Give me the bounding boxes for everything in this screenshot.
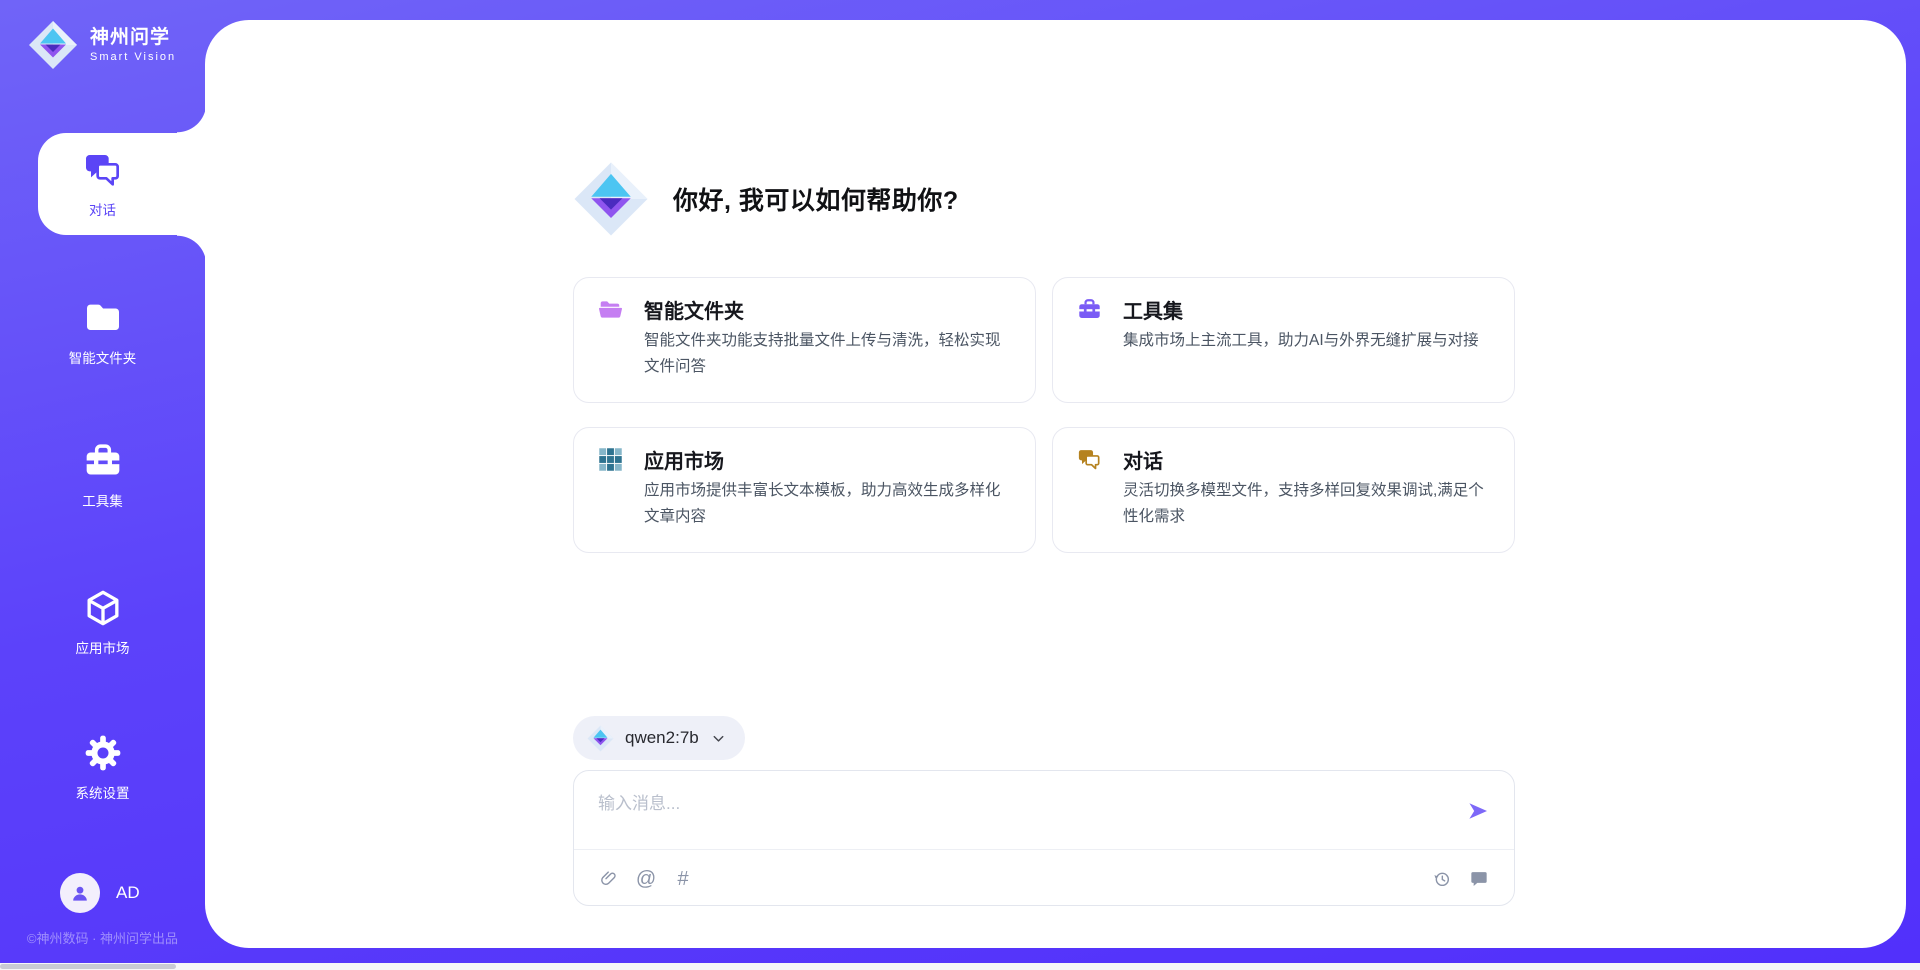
sidebar-item-smart-folder[interactable]: 智能文件夹 [0,298,205,367]
folder-icon [83,298,123,338]
sidebar-item-settings[interactable]: 系统设置 [0,733,205,802]
user-profile[interactable]: AD [60,873,140,913]
history-button[interactable] [1431,868,1453,890]
sidebar-item-label: 应用市场 [0,637,205,657]
app-root: 神州问学 Smart Vision 对话 智能文件夹 工具集 应用市场 系统设置 [0,0,1920,970]
topic-button[interactable]: # [672,868,694,890]
greeting-block: 你好, 我可以如何帮助你? [573,161,959,237]
gear-icon [83,733,123,773]
folder-open-icon [598,297,623,322]
person-icon [68,881,92,905]
feature-card-toolset[interactable]: 工具集 集成市场上主流工具，助力AI与外界无缝扩展与对接 [1052,277,1515,403]
composer-divider [574,849,1514,850]
copyright-text: ©神州数码 · 神州问学出品 [0,928,205,947]
mention-button[interactable]: @ [635,868,657,890]
sidebar-item-label: 对话 [0,199,205,219]
toolbox-icon [1077,297,1102,322]
message-input[interactable] [598,789,1448,841]
brand-diamond-icon [573,161,649,237]
scrollbar-thumb[interactable] [0,964,176,969]
card-title: 智能文件夹 [644,295,744,324]
feature-cards: 智能文件夹 智能文件夹功能支持批量文件上传与清洗，轻松实现文件问答 工具集 集成… [573,277,1515,553]
feedback-button[interactable] [1468,868,1490,890]
feature-card-chat[interactable]: 对话 灵活切换多模型文件，支持多样回复效果调试,满足个性化需求 [1052,427,1515,553]
message-composer: @ # [573,770,1515,906]
sidebar-item-label: 智能文件夹 [0,347,205,367]
user-name: AD [116,883,140,903]
card-description: 集成市场上主流工具，助力AI与外界无缝扩展与对接 [1123,328,1492,354]
send-icon[interactable] [1466,799,1490,823]
sidebar: 神州问学 Smart Vision 对话 智能文件夹 工具集 应用市场 系统设置 [0,0,205,963]
chat-icon [83,150,123,190]
speech-bubble-icon [1469,869,1489,889]
avatar [60,873,100,913]
main-content: 你好, 我可以如何帮助你? 智能文件夹 智能文件夹功能支持批量文件上传与清洗，轻… [573,20,1515,948]
sidebar-item-label: 系统设置 [0,782,205,802]
toolbox-icon [83,441,123,481]
feature-card-app-market[interactable]: 应用市场 应用市场提供丰富长文本模板，助力高效生成多样化文章内容 [573,427,1036,553]
active-tab-fillet-bottom [177,235,207,265]
history-icon [1432,869,1452,889]
hash-icon: # [677,868,688,890]
model-selector[interactable]: qwen2:7b [573,716,745,760]
card-title: 工具集 [1123,295,1183,324]
card-title: 对话 [1123,445,1163,474]
horizontal-scrollbar[interactable] [0,963,1920,970]
attachment-button[interactable] [598,868,620,890]
feature-card-smart-folder[interactable]: 智能文件夹 智能文件夹功能支持批量文件上传与清洗，轻松实现文件问答 [573,277,1036,403]
card-description: 智能文件夹功能支持批量文件上传与清洗，轻松实现文件问答 [644,328,1013,379]
app-title: 神州问学 [90,27,176,49]
sidebar-item-app-market[interactable]: 应用市场 [0,588,205,657]
active-tab-fillet-top [177,103,207,133]
app-logo: 神州问学 Smart Vision [28,20,176,70]
greeting-title: 你好, 我可以如何帮助你? [673,181,959,217]
mention-icon: @ [636,868,656,890]
grid-icon [598,447,623,472]
sidebar-item-toolset[interactable]: 工具集 [0,441,205,510]
composer-toolbar: @ # [598,863,1490,895]
app-subtitle: Smart Vision [90,51,176,63]
sidebar-item-chat[interactable]: 对话 [0,150,205,219]
model-name: qwen2:7b [625,728,699,748]
chevron-down-icon [710,730,727,747]
brand-diamond-icon [28,20,78,70]
sidebar-item-label: 工具集 [0,490,205,510]
cube-icon [83,588,123,628]
card-title: 应用市场 [644,445,724,474]
card-description: 应用市场提供丰富长文本模板，助力高效生成多样化文章内容 [644,478,1013,529]
brand-diamond-icon [587,725,614,752]
chat-icon [1077,447,1102,472]
paperclip-icon [599,869,619,889]
main-panel: 你好, 我可以如何帮助你? 智能文件夹 智能文件夹功能支持批量文件上传与清洗，轻… [205,20,1906,948]
card-description: 灵活切换多模型文件，支持多样回复效果调试,满足个性化需求 [1123,478,1492,529]
